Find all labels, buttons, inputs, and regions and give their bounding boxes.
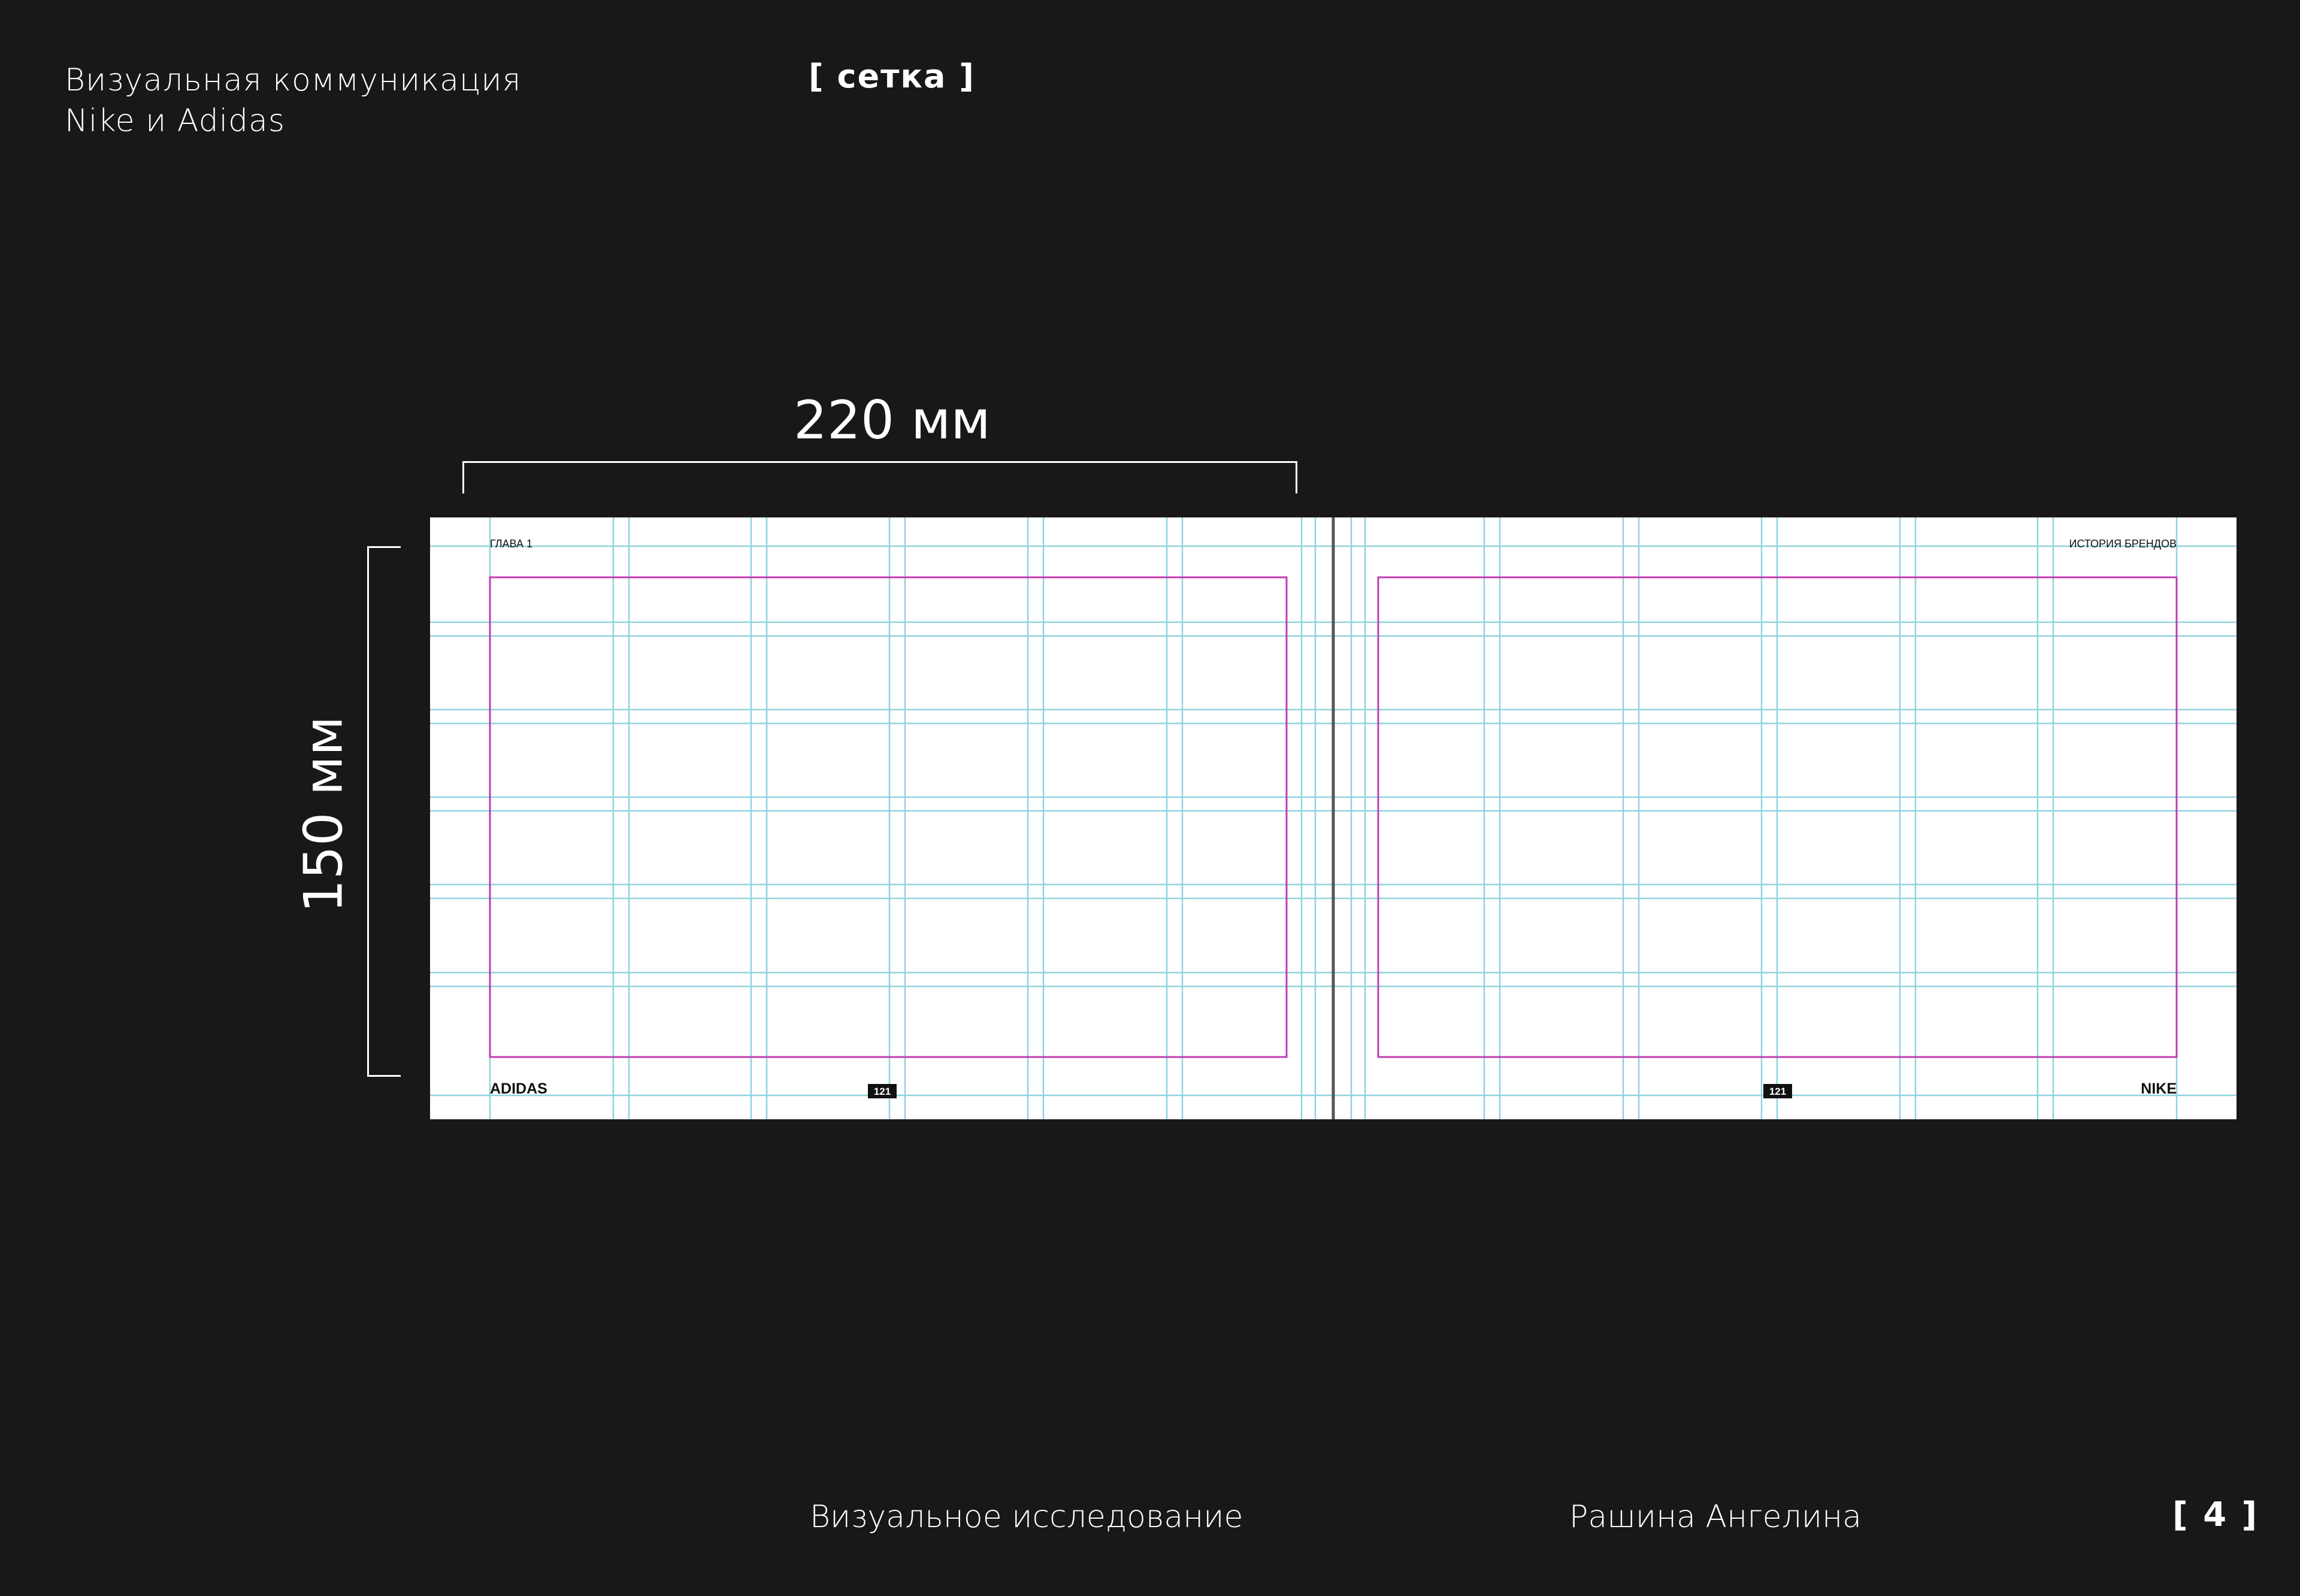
left-running-head: ГЛАВА 1 [490,538,532,550]
width-dimension-bracket [462,461,1297,493]
right-page-number: 121 [1769,1086,1786,1097]
right-running-head: ИСТОРИЯ БРЕНДОВ [2069,538,2177,550]
right-footer-brand: NIKE [2141,1080,2177,1097]
left-page-number: 121 [874,1086,891,1097]
height-dimension-bracket [367,546,401,1077]
footer-subject: Визуальное исследование [810,1499,1243,1535]
footer-author: Рашина Ангелина [1569,1499,1862,1535]
presentation-title: Визуальная коммуникация Nike и Adidas [65,60,521,141]
height-dimension-label: 150 мм [292,716,355,913]
left-footer-brand: ADIDAS [490,1080,547,1097]
title-line-2: Nike и Adidas [65,103,285,139]
section-label: [ сетка ] [809,57,975,95]
title-line-1: Визуальная коммуникация [65,62,522,98]
footer-page-number: [ 4 ] [2172,1495,2259,1534]
book-spread-grid: ГЛАВА 1 ИСТОРИЯ БРЕНДОВ ADIDAS NIKE 121 … [430,517,2237,1119]
width-dimension-label: 220 мм [794,389,991,451]
